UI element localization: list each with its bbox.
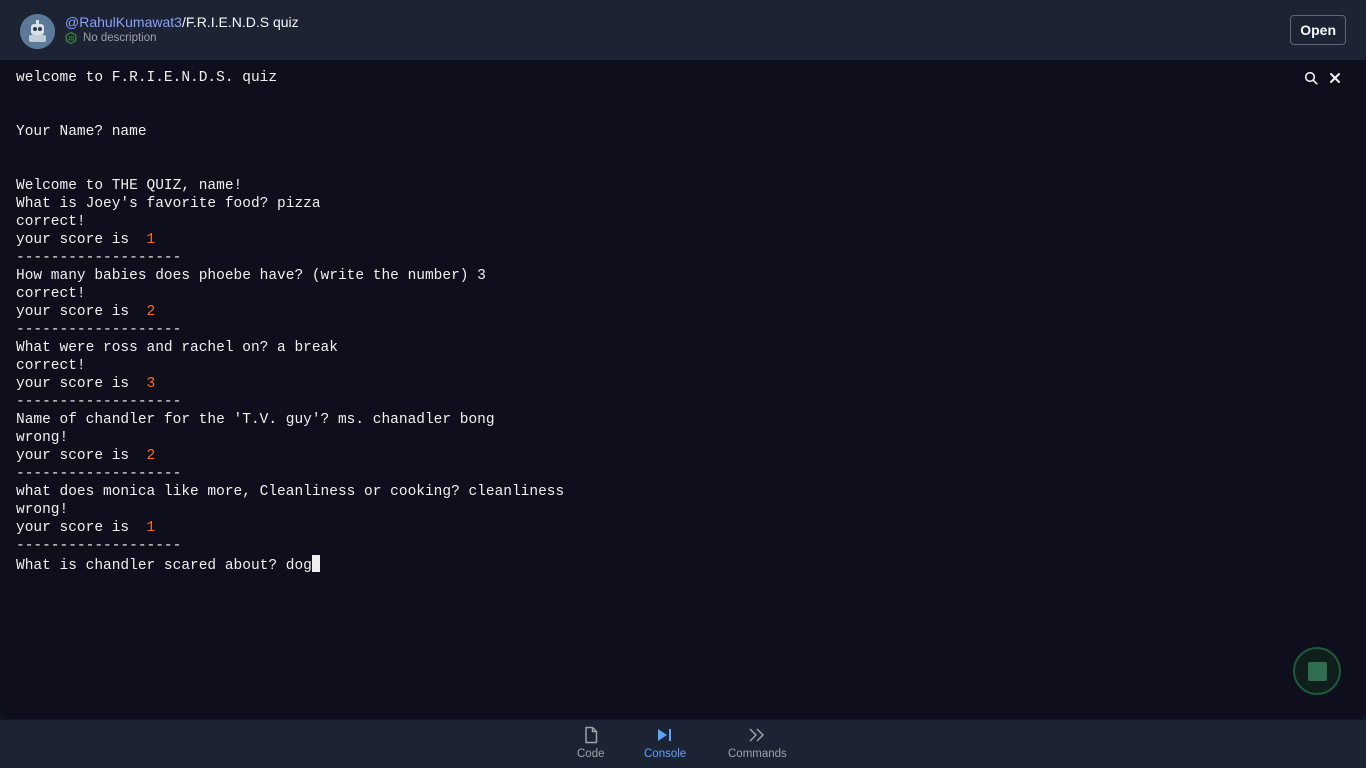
repl-header: @RahulKumawat3/F.R.I.E.N.D.S quiz JS No … (0, 0, 1366, 60)
console-line: ------------------- (16, 393, 564, 411)
svg-text:JS: JS (67, 36, 74, 42)
console-line: What is chandler scared about? dog (16, 555, 564, 574)
close-icon[interactable] (1328, 71, 1342, 85)
stop-icon (1307, 661, 1327, 681)
user-avatar[interactable] (20, 14, 55, 49)
score-value: 2 (146, 304, 156, 320)
nav-code-label: Code (577, 748, 605, 760)
console-line-text: ------------------- (16, 394, 182, 410)
console-line-text: What were ross and rachel on? a break (16, 340, 338, 356)
console-line: your score is 1 (16, 231, 564, 249)
console-line: Your Name? name (16, 123, 564, 141)
stop-button[interactable] (1293, 647, 1341, 695)
console-output[interactable]: welcome to F.R.I.E.N.D.S. quiz Your Name?… (16, 69, 564, 574)
repl-title: @RahulKumawat3/F.R.I.E.N.D.S quiz (65, 13, 299, 31)
console-line-text: what does monica like more, Cleanliness … (16, 484, 565, 500)
repl-title-block: @RahulKumawat3/F.R.I.E.N.D.S quiz JS No … (65, 13, 299, 44)
console-line-text: your score is (16, 520, 147, 536)
console-line: your score is 2 (16, 447, 564, 465)
score-value: 2 (146, 448, 156, 464)
console-line: Name of chandler for the 'T.V. guy'? ms.… (16, 411, 564, 429)
bottom-nav: Code Console Commands (0, 720, 1366, 768)
console-line: correct! (16, 357, 564, 375)
console-line-text: correct! (16, 214, 86, 230)
console-line: ------------------- (16, 321, 564, 339)
console-line-text: your score is (16, 448, 147, 464)
console-line-text: Welcome to THE QUIZ, name! (16, 178, 243, 194)
console-line-text: wrong! (16, 430, 69, 446)
nav-console[interactable]: Console (644, 726, 686, 760)
description-row: JS No description (65, 32, 299, 44)
console-toolbar (1304, 71, 1342, 85)
double-chevron-icon (749, 728, 765, 742)
console-line-text: correct! (16, 358, 86, 374)
console-line: What were ross and rachel on? a break (16, 339, 564, 357)
console-line-text: ------------------- (16, 538, 182, 554)
console-line-text: ------------------- (16, 322, 182, 338)
repl-name[interactable]: F.R.I.E.N.D.S quiz (186, 14, 299, 30)
console-line-text: wrong! (16, 502, 69, 518)
nav-code[interactable]: Code (577, 726, 605, 760)
text-cursor (311, 555, 320, 572)
owner-link[interactable]: @RahulKumawat3 (65, 14, 182, 30)
console-line: your score is 3 (16, 375, 564, 393)
console-line-text: correct! (16, 286, 86, 302)
nav-commands[interactable]: Commands (728, 726, 787, 760)
console-line: ------------------- (16, 249, 564, 267)
console-line-text: Name of chandler for the 'T.V. guy'? ms.… (16, 412, 495, 428)
score-value: 1 (146, 232, 156, 248)
console-line: Welcome to THE QUIZ, name! (16, 177, 564, 195)
console-line: correct! (16, 213, 564, 231)
score-value: 1 (146, 520, 156, 536)
console-line: What is Joey's favorite food? pizza (16, 195, 564, 213)
console-line-text: What is chandler scared about? dog (16, 558, 312, 574)
console-line: welcome to F.R.I.E.N.D.S. quiz (16, 69, 564, 87)
console-line-text: your score is (16, 304, 147, 320)
search-icon[interactable] (1304, 71, 1318, 85)
file-icon (585, 726, 597, 744)
console-line-text: welcome to F.R.I.E.N.D.S. quiz (16, 70, 278, 86)
open-button[interactable]: Open (1290, 15, 1346, 45)
console-line: ------------------- (16, 465, 564, 483)
score-value: 3 (146, 376, 156, 392)
console-line: wrong! (16, 429, 564, 447)
console-line-text: your score is (16, 232, 147, 248)
console-line-text: ------------------- (16, 250, 182, 266)
console-line: wrong! (16, 501, 564, 519)
nodejs-icon: JS (65, 32, 77, 44)
nav-console-label: Console (644, 748, 687, 760)
nav-commands-label: Commands (728, 748, 787, 760)
console-line-text: your score is (16, 376, 147, 392)
console-line: your score is 2 (16, 303, 564, 321)
console-line-text: ------------------- (16, 466, 182, 482)
console-line: ------------------- (16, 537, 564, 555)
repl-description: No description (83, 32, 157, 44)
console-line-text: How many babies does phoebe have? (write… (16, 268, 486, 284)
console-line: correct! (16, 285, 564, 303)
console-line-text: What is Joey's favorite food? pizza (16, 196, 321, 212)
console-panel[interactable]: welcome to F.R.I.E.N.D.S. quiz Your Name?… (0, 60, 1366, 719)
play-step-icon (658, 729, 672, 741)
console-line: your score is 1 (16, 519, 564, 537)
console-line-text: Your Name? name (16, 124, 147, 140)
console-line: what does monica like more, Cleanliness … (16, 483, 564, 501)
console-line: How many babies does phoebe have? (write… (16, 267, 564, 285)
